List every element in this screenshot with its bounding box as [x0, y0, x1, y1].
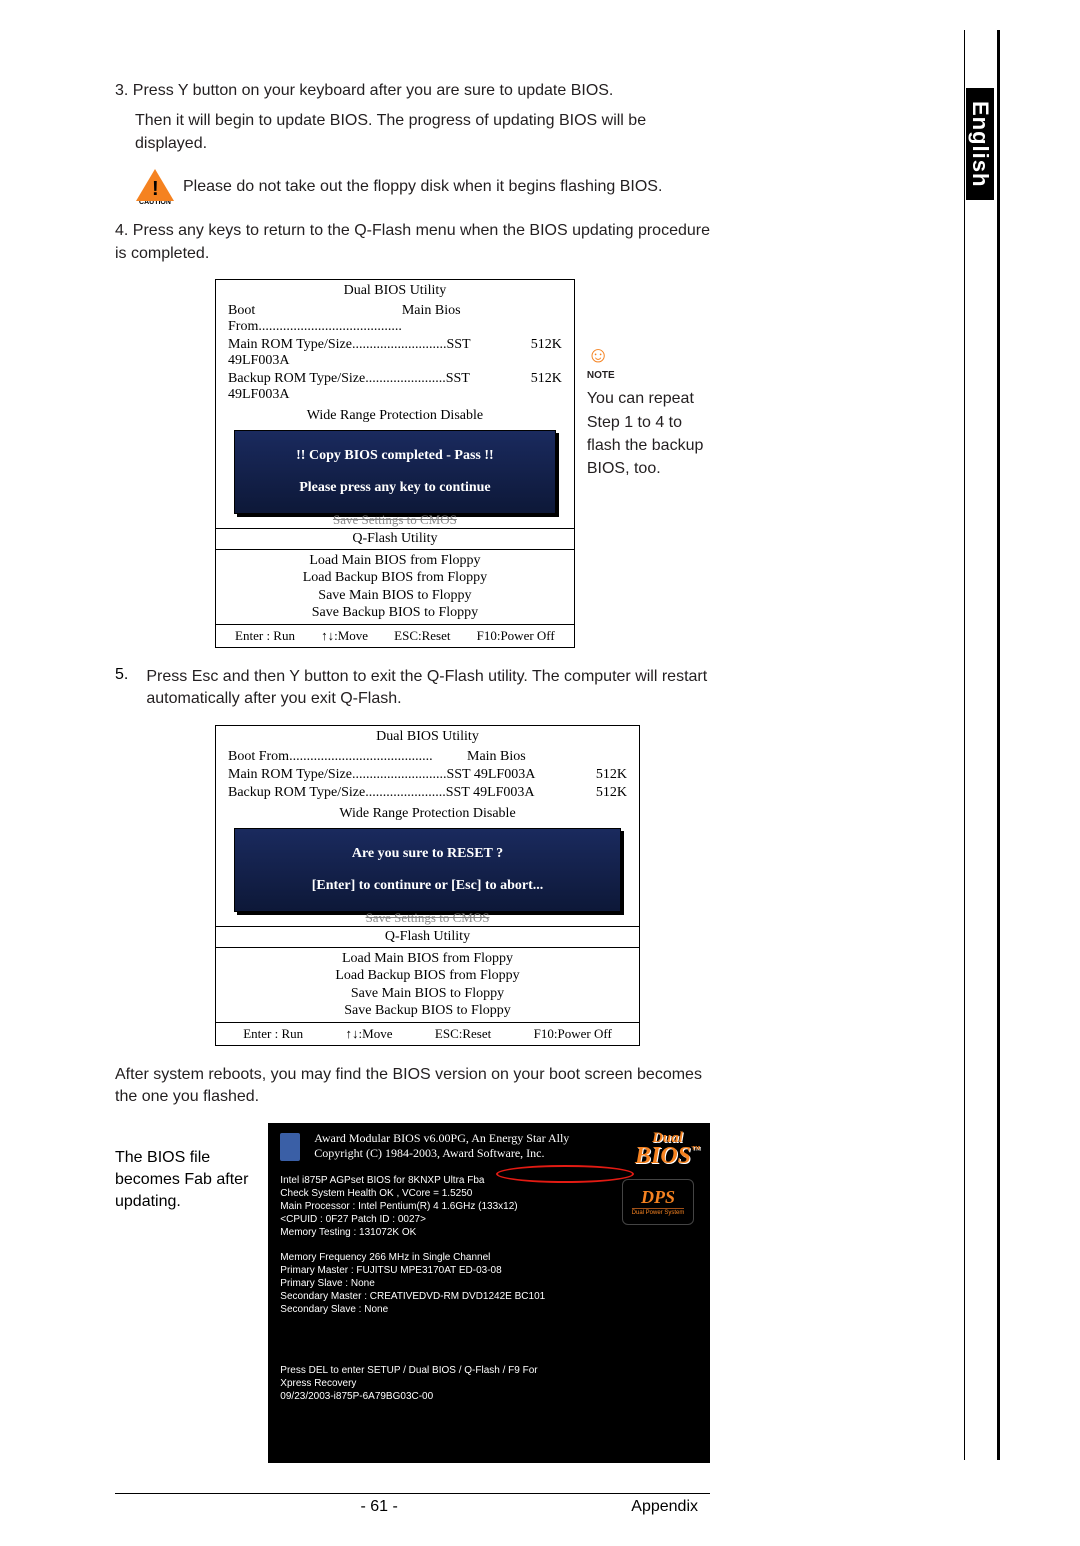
- key-enter: Enter : Run: [235, 628, 295, 644]
- boot-screen: Award Modular BIOS v6.00PG, An Energy St…: [268, 1123, 710, 1463]
- boot-l9: Secondary Master : CREATIVEDVD-RM DVD124…: [280, 1290, 700, 1303]
- boot-l6: Memory Frequency 266 MHz in Single Chann…: [280, 1251, 700, 1264]
- step-4: 4. Press any keys to return to the Q-Fla…: [115, 220, 710, 265]
- step-5-text: Press Esc and then Y button to exit the …: [146, 666, 710, 711]
- section-name: Appendix: [631, 1498, 698, 1516]
- boot-l13: 09/23/2003-i875P-6A79BG03C-00: [280, 1390, 700, 1403]
- note-icon: ☺: [587, 339, 609, 371]
- backup-rom-value: 512K: [531, 371, 562, 403]
- boot-screen-wrap: The BIOS file becomes Fab after updating…: [115, 1123, 710, 1463]
- qflash-load-backup: Load Backup BIOS from Floppy: [218, 569, 572, 587]
- backup-rom-row: Backup ROM Type/Size....................…: [216, 370, 574, 404]
- press-any-key: Please press any key to continue: [245, 480, 545, 496]
- main-rom-row: Main ROM Type/Size......................…: [216, 336, 574, 370]
- note-text: You can repeat Step 1 to 4 to flash the …: [587, 387, 710, 480]
- caution-text: Please do not take out the floppy disk w…: [183, 176, 662, 198]
- main-rom-label: Main ROM Type/Size: [228, 337, 352, 352]
- page-footer: - 61 - Appendix: [115, 1493, 710, 1516]
- red-circle-annotation: [496, 1165, 634, 1183]
- note-column: ☺ NOTE You can repeat Step 1 to 4 to fla…: [587, 339, 710, 648]
- key-move: ↑↓:Move: [321, 628, 368, 644]
- qflash-title: Q-Flash Utility: [216, 529, 574, 549]
- qflash-save-main: Save Main BIOS to Floppy: [218, 587, 572, 605]
- qflash-menu: Load Main BIOS from Floppy Load Backup B…: [216, 550, 574, 624]
- dual-bios-logo: DualBIOS™: [635, 1131, 700, 1168]
- bios-title: Dual BIOS Utility: [216, 280, 574, 302]
- key-esc: ESC:Reset: [394, 628, 450, 644]
- right-margin-outer: [997, 30, 1000, 1460]
- qflash-load-main: Load Main BIOS from Floppy: [218, 552, 572, 570]
- boot-l7: Primary Master : FUJITSU MPE3170AT ED-03…: [280, 1264, 700, 1277]
- protection-row: Wide Range Protection Disable: [216, 404, 574, 426]
- key-hints: Enter : Run ↑↓:Move ESC:Reset F10:Power …: [216, 625, 574, 647]
- language-tab: English: [966, 88, 994, 200]
- dps-logo: DPS Dual Power System: [622, 1179, 694, 1225]
- page-number: - 61 -: [360, 1498, 397, 1516]
- qflash-save-backup: Save Backup BIOS to Floppy: [218, 604, 572, 622]
- key-f10: F10:Power Off: [477, 628, 555, 644]
- backup-rom-label: Backup ROM Type/Size: [228, 371, 365, 386]
- main-rom-value: 512K: [531, 337, 562, 369]
- boot-l8: Primary Slave : None: [280, 1277, 700, 1290]
- step-5: 5. Press Esc and then Y button to exit t…: [115, 666, 710, 725]
- boot-from-label: Boot From: [228, 303, 258, 334]
- boot-from-row: Boot From...............................…: [216, 302, 574, 336]
- bios-title-2: Dual BIOS Utility: [216, 726, 639, 748]
- enter-esc: [Enter] to continure or [Esc] to abort..…: [245, 878, 610, 894]
- caution-symbol: CAUTION: [133, 169, 177, 206]
- sure-reset: Are you sure to RESET ?: [245, 846, 610, 862]
- caution-block: CAUTION Please do not take out the flopp…: [133, 169, 710, 206]
- copy-pass: !! Copy BIOS completed - Pass !!: [245, 448, 545, 464]
- status-box-pass: !! Copy BIOS completed - Pass !! Please …: [234, 430, 556, 514]
- page-content: 3. Press Y button on your keyboard after…: [0, 0, 830, 1546]
- boot-l10: Secondary Slave : None: [280, 1303, 700, 1316]
- step-3-cont: Then it will begin to update BIOS. The p…: [115, 110, 710, 155]
- note-label: NOTE: [587, 369, 615, 384]
- crossed-text: Save Settings to CMOS: [216, 512, 574, 528]
- right-margin-inner: [964, 30, 965, 1460]
- energy-star-logo: [280, 1133, 300, 1161]
- boot-l12: Xpress Recovery: [280, 1377, 700, 1390]
- caution-triangle-icon: [136, 169, 174, 201]
- bios-utility-box-1: Dual BIOS Utility Boot From.............…: [215, 279, 575, 648]
- bios-utility-box-2: Dual BIOS Utility Boot From.............…: [215, 725, 640, 1046]
- after-reboot-text: After system reboots, you may find the B…: [115, 1064, 710, 1109]
- boot-annotation: The BIOS file becomes Fab after updating…: [115, 1147, 252, 1463]
- language-label: English: [967, 101, 993, 187]
- step-5-num: 5.: [115, 666, 128, 725]
- boot-from-value: Main Bios: [402, 303, 562, 335]
- boot-l5: Memory Testing : 131072K OK: [280, 1226, 700, 1239]
- status-box-reset: Are you sure to RESET ? [Enter] to conti…: [234, 828, 621, 912]
- boot-l11: Press DEL to enter SETUP / Dual BIOS / Q…: [280, 1364, 700, 1377]
- boot-from-row-2: Boot From...............................…: [216, 748, 639, 766]
- step-3: 3. Press Y button on your keyboard after…: [115, 80, 710, 102]
